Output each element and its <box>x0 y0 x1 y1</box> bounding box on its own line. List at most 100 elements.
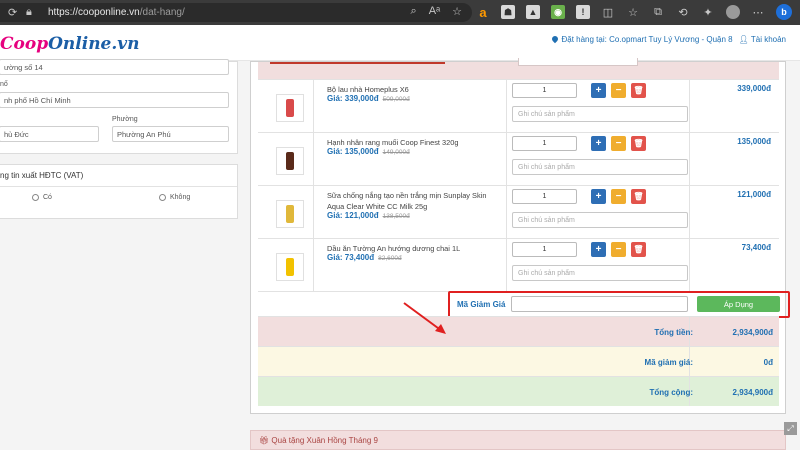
product-price-value: Giá: 121,000đ <box>327 211 379 220</box>
address-bar[interactable]: ⟳ 🔒︎ https://cooponline.vn/dat-hang/ ⌕ A… <box>0 3 472 22</box>
store-location-label: Đặt hàng tại: Co.opmart Tuy Lý Vương - Q… <box>561 35 733 44</box>
search-icon[interactable]: ⌕ <box>411 5 417 18</box>
product-price: Giá: 135,000đ 149,000đ <box>327 147 410 156</box>
vat-yes-label: Có <box>43 194 52 201</box>
vat-no-label: Không <box>170 194 191 201</box>
extension-warning-icon[interactable]: ! <box>576 5 590 19</box>
decrease-qty-button[interactable]: − <box>611 83 626 98</box>
increase-qty-button[interactable]: + <box>591 136 606 151</box>
city-label: nố <box>0 81 8 88</box>
read-aloud-icon[interactable]: Aᵃ <box>429 5 440 18</box>
line-total: 121,000đ <box>737 190 771 199</box>
item-note-input[interactable]: Ghi chú sản phẩm <box>512 265 688 281</box>
product-name[interactable]: Sữa chống nắng tạo nền trắng mịn Sunplay… <box>327 190 502 212</box>
product-thumbnail[interactable] <box>276 200 304 228</box>
logo-part1: Coop <box>0 34 49 54</box>
ward-field[interactable]: Phường An Phú <box>112 126 229 142</box>
old-price: 82,600đ <box>378 255 402 262</box>
quantity-input[interactable]: 1 <box>512 189 577 204</box>
bing-copilot-icon[interactable]: b <box>776 4 792 20</box>
gift-icon: 🎁︎ <box>259 436 270 445</box>
history-icon[interactable]: ⟲ <box>676 5 690 19</box>
coupon-row: Mã Giảm Giá Áp Dụng <box>258 291 790 318</box>
district-field[interactable]: hủ Đức <box>0 126 99 142</box>
quantity-input[interactable]: 1 <box>512 83 577 98</box>
quantity-input[interactable]: 1 <box>512 136 577 151</box>
extension-robot-icon[interactable]: ◉ <box>551 5 565 19</box>
delete-item-button[interactable]: 🗑︎ <box>631 83 646 98</box>
product-image-icon <box>286 258 294 276</box>
profile-avatar[interactable] <box>726 5 740 19</box>
accent-line <box>270 62 445 64</box>
decrease-qty-button[interactable]: − <box>611 242 626 257</box>
url-host: https://cooponline.vn <box>48 7 140 18</box>
subtotal-row: Tổng tiền: 2,934,900đ <box>258 316 779 346</box>
split-screen-icon[interactable]: ◫ <box>601 5 615 19</box>
extension-person-icon[interactable]: ☗ <box>501 5 515 19</box>
delete-item-button[interactable]: 🗑︎ <box>631 136 646 151</box>
divider <box>689 239 690 291</box>
product-price: Giá: 339,000đ 509,000đ <box>327 94 410 103</box>
refresh-icon[interactable]: ⟳ <box>8 6 26 19</box>
address-form: ường số 14 nố nh phố Hồ Chí Minh hủ Đức … <box>0 59 238 154</box>
vat-radio-yes[interactable]: Có <box>32 194 52 201</box>
vat-radio-no[interactable]: Không <box>159 194 190 201</box>
increase-qty-button[interactable]: + <box>591 83 606 98</box>
amazon-extension-icon[interactable]: a <box>476 5 490 20</box>
delete-item-button[interactable]: 🗑︎ <box>631 189 646 204</box>
favorites-icon[interactable]: ☆ <box>626 5 640 19</box>
product-price-value: Giá: 135,000đ <box>327 147 379 156</box>
product-image-icon <box>286 205 294 223</box>
street-field[interactable]: ường số 14 <box>0 59 229 75</box>
vat-title: ng tin xuất HĐTC (VAT) <box>0 171 84 180</box>
line-total: 135,000đ <box>737 137 771 146</box>
product-thumbnail[interactable] <box>276 253 304 281</box>
radio-icon <box>32 194 39 201</box>
decrease-qty-button[interactable]: − <box>611 189 626 204</box>
more-menu-icon[interactable]: ⋯ <box>751 5 765 19</box>
quantity-input[interactable]: 1 <box>512 242 577 257</box>
city-field[interactable]: nh phố Hồ Chí Minh <box>0 92 229 108</box>
old-price: 509,000đ <box>382 96 410 103</box>
divider <box>313 133 314 185</box>
product-price: Giá: 73,400đ 82,600đ <box>327 253 402 262</box>
radio-icon <box>159 194 166 201</box>
store-location-link[interactable]: Đặt hàng tại: Co.opmart Tuy Lý Vương - Q… <box>551 34 733 44</box>
product-thumbnail[interactable] <box>276 94 304 122</box>
cart-item-row: Bộ lau nhà Homeplus X6 Giá: 339,000đ 509,… <box>258 79 779 132</box>
grand-total-row-label: Tổng cộng: <box>649 388 693 397</box>
url-path: /dat-hang/ <box>139 7 185 18</box>
vat-section: ng tin xuất HĐTC (VAT) Có Không <box>0 164 238 219</box>
grand-total-row-value: 2,934,900đ <box>732 388 773 397</box>
delete-item-button[interactable]: 🗑︎ <box>631 242 646 257</box>
item-note-input[interactable]: Ghi chú sản phẩm <box>512 159 688 175</box>
checkout-page: ường số 14 nố nh phố Hồ Chí Minh hủ Đức … <box>0 58 800 450</box>
ward-label: Phường <box>112 116 138 123</box>
divider <box>506 186 507 238</box>
discount-row: Mã giảm giá: 0đ <box>258 346 779 376</box>
favorite-star-icon[interactable]: ☆ <box>452 5 462 18</box>
item-note-input[interactable]: Ghi chú sản phẩm <box>512 212 688 228</box>
line-total: 339,000đ <box>737 84 771 93</box>
url-text[interactable]: https://cooponline.vn/dat-hang/ <box>48 7 185 18</box>
cart-table: Bộ lau nhà Homeplus X6 Giá: 339,000đ 509,… <box>258 79 790 406</box>
gift-banner[interactable]: 🎁︎ Quà tặng Xuân Hồng Tháng 9 <box>250 430 786 450</box>
subtotal-row-label: Tổng tiền: <box>654 328 693 337</box>
subtotal-row-value: 2,934,900đ <box>732 328 773 337</box>
collections-icon[interactable]: ⧉ <box>651 5 665 19</box>
cart-item-row: Dầu ăn Tường An hướng dương chai 1L Giá:… <box>258 238 779 291</box>
product-price-value: Giá: 339,000đ <box>327 94 379 103</box>
coop-online-logo[interactable]: CoopOnline.vn <box>0 34 140 54</box>
product-thumbnail[interactable] <box>276 147 304 175</box>
increase-qty-button[interactable]: + <box>591 189 606 204</box>
cart-panel: Bộ lau nhà Homeplus X6 Giá: 339,000đ 509,… <box>250 58 790 414</box>
extensions-puzzle-icon[interactable]: ✦ <box>701 5 715 19</box>
grand-total-row: Tổng cộng: 2,934,900đ <box>258 376 779 406</box>
account-link[interactable]: 👤︎ Tài khoản <box>739 35 786 44</box>
scroll-to-top-icon[interactable]: ⤢ <box>784 422 797 435</box>
item-note-input[interactable]: Ghi chú sản phẩm <box>512 106 688 122</box>
decrease-qty-button[interactable]: − <box>611 136 626 151</box>
extension-mountain-icon[interactable]: ▲ <box>526 5 540 19</box>
discount-row-value: 0đ <box>763 358 773 367</box>
increase-qty-button[interactable]: + <box>591 242 606 257</box>
